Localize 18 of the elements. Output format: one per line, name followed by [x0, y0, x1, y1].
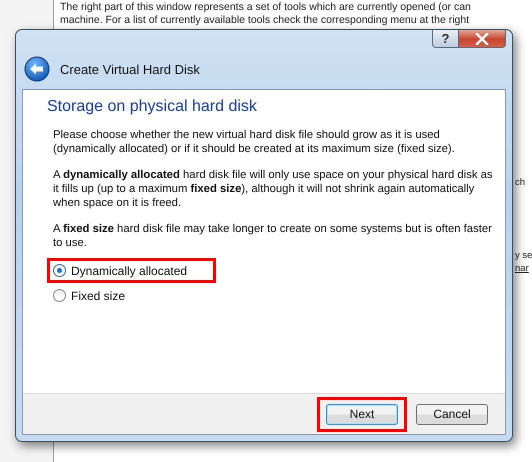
back-button[interactable]	[24, 56, 50, 82]
help-button[interactable]: ?	[432, 30, 459, 48]
close-button[interactable]	[459, 30, 506, 48]
background-text: y se	[515, 249, 532, 262]
page-heading: Storage on physical hard disk	[47, 98, 258, 116]
background-text: The right part of this window represents a set of tools which are currently opened (or can	[60, 1, 471, 14]
radio-option[interactable]: Dynamically allocated	[53, 264, 188, 278]
background-text: machine. For a list of currently available tools check the corresponding menu at the right	[60, 14, 470, 27]
background-text: ch	[515, 176, 526, 189]
background-link[interactable]: nar	[515, 262, 529, 275]
window-title: Create Virtual Hard Disk	[60, 62, 200, 76]
radio-option[interactable]: Fixed size	[53, 288, 126, 302]
cancel-button[interactable]: Cancel	[416, 404, 488, 424]
close-icon	[475, 32, 489, 44]
next-button[interactable]: Next	[326, 404, 398, 424]
paragraph: A dynamically allocated hard disk file will only use space on your physical hard disk as it fills up (up to a maximum fixed size), although it will not shrink again automatically when space on it is freed.	[53, 168, 494, 210]
paragraph: Please choose whether the new virtual hard disk file should grow as it is used (dynamically allocated) or if it should be created at its maximum size (fixed size).	[53, 128, 456, 156]
paragraph: A fixed size hard disk file may take longer to create on some systems but is often faster to use.	[53, 222, 493, 250]
